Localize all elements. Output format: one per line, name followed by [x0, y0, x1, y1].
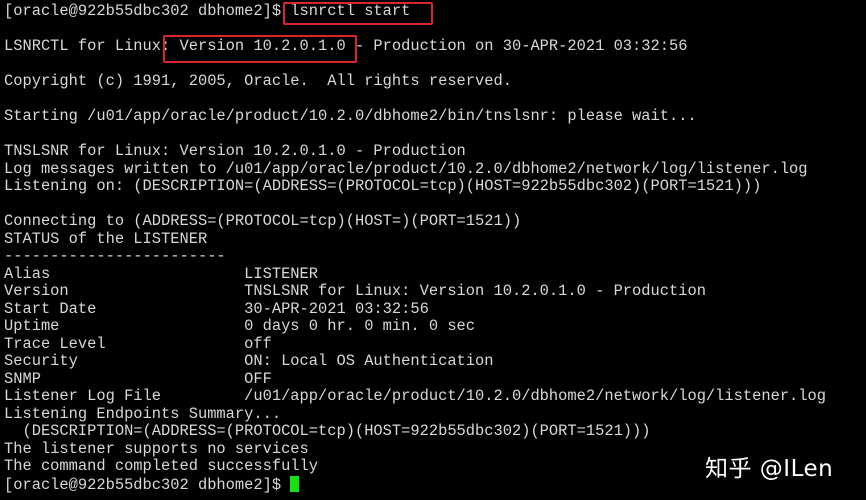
output-line: Log messages written to /u01/app/oracle/…	[4, 159, 808, 178]
output-line: ------------------------	[4, 247, 226, 265]
output-line: (DESCRIPTION=(ADDRESS=(PROTOCOL=tcp)(HOS…	[4, 422, 651, 440]
output-line: TNSLSNR for Linux: Version 10.2.0.1.0 - …	[4, 142, 466, 160]
prompt-line: [oracle@922b55dbc302 dbhome2]$	[4, 475, 826, 493]
output-line: Start Date 30-APR-2021 03:32:56	[4, 299, 429, 318]
output-line: Version TNSLSNR for Linux: Version 10.2.…	[4, 282, 706, 300]
terminal-window[interactable]: [oracle@922b55dbc302 dbhome2]$ lsnrctl s…	[0, 0, 866, 500]
output-line: Listener Log File /u01/app/oracle/produc…	[4, 387, 826, 405]
output-line: Alias LISTENER	[4, 264, 319, 283]
output-line: Starting /u01/app/oracle/product/10.2.0/…	[4, 107, 697, 125]
output-line: Copyright (c) 1991, 2005, Oracle. All ri…	[4, 72, 512, 90]
output-line: Listening on: (DESCRIPTION=(ADDRESS=(PRO…	[4, 177, 762, 195]
highlight-version-box	[163, 35, 357, 63]
highlight-command-box	[283, 2, 433, 25]
output-line: STATUS of the LISTENER	[4, 229, 208, 248]
output-line: Security ON: Local OS Authentication	[4, 352, 494, 370]
output-line: LSNRCTL for Linux: Version 10.2.0.1.0 - …	[4, 37, 688, 55]
cursor	[290, 475, 300, 492]
output-line: The listener supports no services	[4, 439, 309, 458]
watermark: 知乎 @ILen	[705, 456, 834, 482]
output-line: The command completed successfully	[4, 457, 319, 475]
output-line: SNMP OFF	[4, 369, 272, 388]
output-line: Connecting to (ADDRESS=(PROTOCOL=tcp)(HO…	[4, 212, 522, 230]
output-line: Trace Level off	[4, 334, 272, 353]
output-line: Listening Endpoints Summary...	[4, 404, 282, 423]
terminal-output: [oracle@922b55dbc302 dbhome2]$ lsnrctl s…	[4, 2, 826, 493]
output-line: Uptime 0 days 0 hr. 0 min. 0 sec	[4, 317, 476, 335]
